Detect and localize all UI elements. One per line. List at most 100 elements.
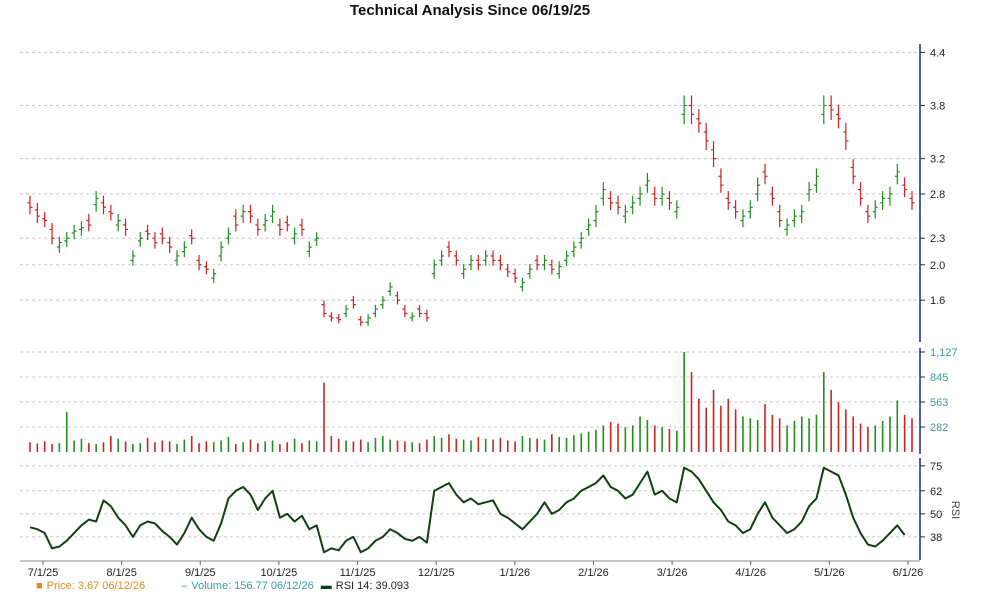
volume-bar <box>337 438 340 452</box>
price-bar <box>365 314 371 326</box>
volume-bar <box>301 443 303 452</box>
volume-bar <box>867 427 869 452</box>
volume-bar <box>506 440 509 452</box>
price-bar <box>306 241 312 258</box>
volume-bar <box>837 402 840 452</box>
volume-bar <box>227 436 230 452</box>
volume-bar <box>668 428 671 452</box>
price-bar <box>453 250 459 266</box>
rsi-line <box>29 466 906 554</box>
price-bar <box>145 224 151 241</box>
price-bar <box>343 305 349 318</box>
price-bar <box>571 241 577 258</box>
volume-bar <box>543 439 546 452</box>
volume-bar <box>367 442 369 452</box>
price-bar <box>659 186 665 206</box>
volume-bar <box>830 389 832 452</box>
x-tick-label: 1/1/26 <box>500 567 531 579</box>
volume-bar <box>36 443 39 452</box>
price-bar <box>497 254 503 271</box>
price-bar <box>314 232 320 247</box>
volume-bar <box>823 372 825 452</box>
volume-bar <box>102 442 105 452</box>
price-bar <box>622 204 628 223</box>
price-panel: 4.4 3.8 3.2 2.8 2.3 2.0 1.6 <box>27 47 945 326</box>
price-bar <box>431 259 437 279</box>
price-bar <box>380 295 386 309</box>
volume-bar <box>764 404 766 452</box>
volume-bar <box>573 435 575 452</box>
price-bar <box>189 229 195 245</box>
volume-bar <box>161 440 164 452</box>
volume-bar <box>609 421 612 452</box>
price-bar <box>292 227 298 245</box>
volume-bar <box>771 414 774 452</box>
price-bar <box>417 305 423 318</box>
volume-bar <box>455 438 458 452</box>
volume-bar <box>411 442 413 452</box>
price-bar <box>284 215 290 232</box>
volume-bar <box>154 442 156 452</box>
price-bar <box>813 168 819 193</box>
volume-bar <box>874 425 877 452</box>
volume-bar <box>242 442 244 452</box>
volume-bar <box>374 437 377 452</box>
price-bar <box>49 223 55 245</box>
price-bar <box>542 254 547 271</box>
volume-bar <box>117 438 119 452</box>
volume-bar <box>624 427 627 452</box>
price-bar <box>586 218 592 236</box>
volume-bar <box>124 441 127 452</box>
price-bar <box>711 140 717 168</box>
price-bar <box>402 305 408 318</box>
volume-bar <box>521 436 524 452</box>
rsi-tick-label: 75 <box>930 461 942 473</box>
technical-chart: 4.4 3.8 3.2 2.8 2.3 2.0 1.6 1,127 845 563 282 75 6… <box>20 44 961 579</box>
price-bar <box>387 282 393 296</box>
volume-bar <box>734 409 737 452</box>
price-bar <box>828 95 834 120</box>
volume-tick-label: 1,127 <box>930 347 958 359</box>
price-bar <box>270 204 276 223</box>
volume-bar <box>426 439 428 452</box>
price-bar <box>350 295 356 309</box>
volume-bar <box>235 444 237 452</box>
volume-bar <box>29 442 31 452</box>
volume-bar <box>80 438 83 452</box>
price-bar <box>336 314 342 324</box>
volume-bar <box>845 409 847 452</box>
volume-bar <box>631 425 634 452</box>
volume-bar <box>418 443 421 452</box>
price-bar <box>56 236 62 253</box>
volume-bar <box>551 434 553 452</box>
volume-bar <box>477 436 480 452</box>
volume-bar <box>492 439 494 452</box>
rsi-axis-label: RSI <box>949 501 961 519</box>
volume-bar <box>889 416 891 452</box>
volume-bar <box>808 418 810 452</box>
price-bar <box>446 241 452 258</box>
volume-bar <box>683 352 685 452</box>
price-bar <box>218 241 224 262</box>
volume-bar <box>786 425 788 452</box>
price-bar <box>689 95 694 125</box>
volume-bar <box>852 416 854 452</box>
price-bar <box>101 195 106 215</box>
price-bar <box>755 177 761 202</box>
volume-bar <box>345 440 347 452</box>
volume-bar <box>536 438 538 452</box>
volume-bar <box>315 441 318 452</box>
volume-bar <box>212 442 215 452</box>
price-bar <box>769 186 775 206</box>
price-bar <box>490 250 496 266</box>
x-tick-label: 12/1/25 <box>418 567 455 579</box>
price-bar <box>799 204 805 223</box>
price-bar <box>843 122 849 150</box>
volume-bar <box>800 416 803 452</box>
price-bar <box>42 212 48 228</box>
volume-bar <box>646 420 649 452</box>
grid-layer <box>20 51 920 538</box>
volume-bar <box>859 423 862 452</box>
price-bar <box>674 200 680 219</box>
volume-bar <box>271 440 274 452</box>
